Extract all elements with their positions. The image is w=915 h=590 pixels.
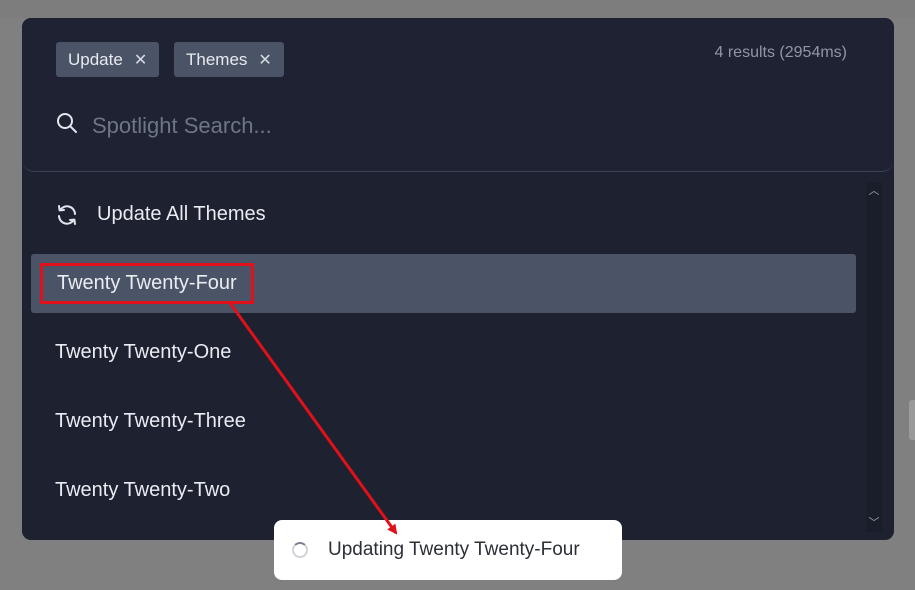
filter-chip-label: Themes	[186, 49, 248, 69]
results-count: 4 results (2954ms)	[714, 44, 848, 61]
result-twenty-twenty-one[interactable]: Twenty Twenty-One	[31, 323, 856, 382]
filter-chip-update[interactable]: Update ✕	[56, 42, 160, 77]
spinner-icon	[292, 542, 308, 558]
spotlight-header: Update ✕ Themes ✕ 4 results (2954ms)	[22, 18, 894, 172]
page-backdrop	[0, 0, 915, 18]
result-twenty-twenty-two[interactable]: Twenty Twenty-Two	[31, 461, 856, 520]
chevron-up-icon[interactable]: ︿	[866, 184, 882, 198]
update-toast: Updating Twenty Twenty-Four	[274, 520, 622, 580]
close-icon[interactable]: ✕	[134, 50, 147, 70]
results-scrollbar[interactable]: ︿ ﹀	[866, 182, 882, 532]
chevron-down-icon[interactable]: ﹀	[866, 516, 882, 530]
filter-chip-themes[interactable]: Themes ✕	[174, 42, 284, 77]
filter-chip-label: Update	[68, 49, 123, 69]
search-bar	[56, 112, 692, 139]
spotlight-modal: Update ✕ Themes ✕ 4 results (2954ms) Spo…	[22, 18, 894, 540]
result-label: Twenty Twenty-One	[55, 341, 232, 363]
search-input[interactable]	[92, 112, 692, 139]
result-twenty-twenty-three[interactable]: Twenty Twenty-Three	[31, 392, 856, 451]
result-label: Twenty Twenty-Three	[55, 410, 246, 432]
background-edge	[909, 400, 915, 440]
search-icon	[56, 112, 78, 139]
toast-text: Updating Twenty Twenty-Four	[328, 539, 580, 560]
result-label: Twenty Twenty-Four	[57, 272, 237, 294]
highlight-box: Twenty Twenty-Four	[40, 263, 254, 304]
result-twenty-twenty-four[interactable]: Twenty Twenty-Four	[31, 254, 856, 313]
result-label: Twenty Twenty-Two	[55, 479, 231, 501]
refresh-icon	[55, 203, 79, 227]
close-icon[interactable]: ✕	[258, 50, 271, 70]
result-label: Update All Themes	[97, 203, 266, 225]
result-update-all-themes[interactable]: Update All Themes	[31, 185, 856, 244]
